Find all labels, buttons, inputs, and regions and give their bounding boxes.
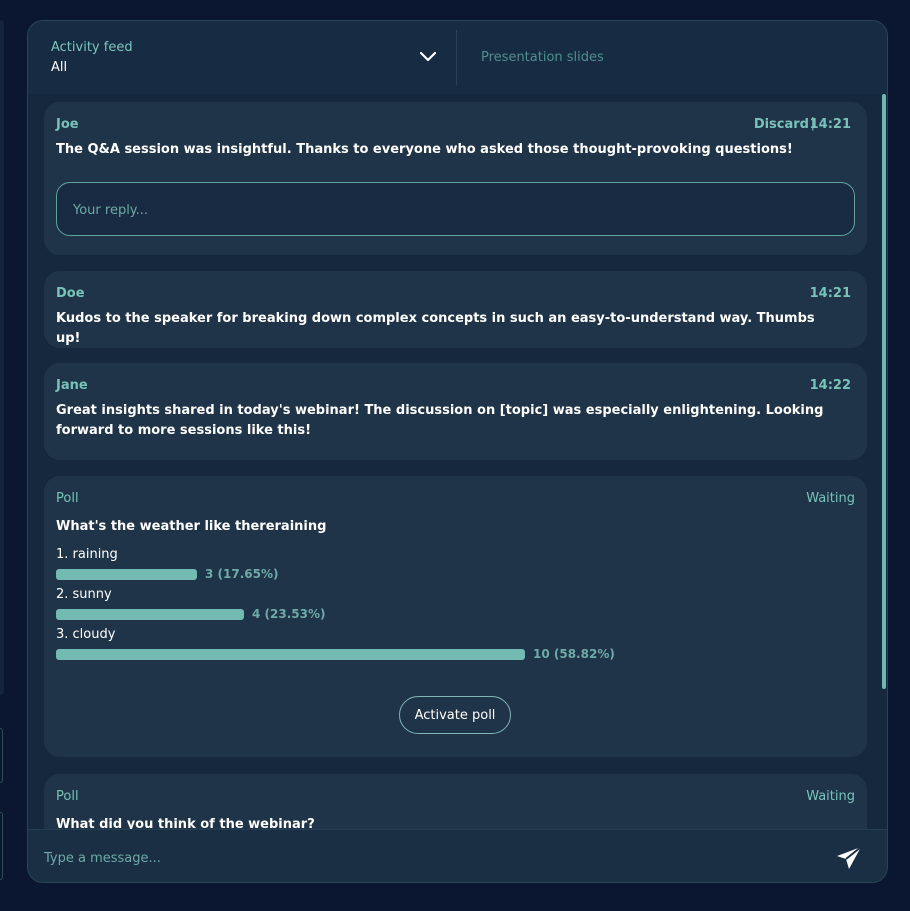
poll-option-label: 2. sunny bbox=[56, 587, 112, 602]
message-card: Joe Discard | 14:21 The Q&A session was … bbox=[44, 102, 867, 255]
message-author: Joe bbox=[56, 117, 79, 132]
message-time: 14:21 bbox=[809, 286, 851, 301]
poll-status: Waiting bbox=[806, 491, 855, 506]
message-card: Jane 14:22 Great insights shared in toda… bbox=[44, 363, 867, 460]
header-divider bbox=[456, 30, 457, 85]
chevron-down-icon[interactable] bbox=[418, 47, 438, 67]
message-author: Jane bbox=[56, 378, 88, 393]
activate-poll-button[interactable]: Activate poll bbox=[399, 696, 511, 734]
message-text: The Q&A session was insightful. Thanks t… bbox=[56, 142, 793, 157]
panel-header: Activity feed All Presentation slides bbox=[28, 21, 887, 94]
message-author: Doe bbox=[56, 286, 85, 301]
side-control-edge bbox=[0, 728, 3, 783]
poll-question: What's the weather like thereraining bbox=[56, 519, 327, 534]
message-composer bbox=[28, 829, 887, 882]
message-text: Kudos to the speaker for breaking down c… bbox=[56, 311, 815, 346]
message-time: 14:22 bbox=[809, 378, 851, 393]
message-time: 14:21 bbox=[809, 117, 851, 132]
poll-tag: Poll bbox=[56, 789, 79, 804]
side-control-edge bbox=[0, 812, 3, 880]
side-panel-edge bbox=[0, 20, 4, 695]
scrollbar[interactable] bbox=[882, 94, 886, 689]
poll-tag: Poll bbox=[56, 491, 79, 506]
poll-status: Waiting bbox=[806, 789, 855, 804]
send-icon[interactable] bbox=[835, 845, 863, 871]
poll-option-label: 3. cloudy bbox=[56, 627, 116, 642]
discard-button[interactable]: Discard bbox=[754, 117, 809, 132]
reply-input[interactable] bbox=[73, 199, 833, 221]
message-text: Great insights shared in today's webinar… bbox=[56, 403, 824, 438]
tab-presentation-slides[interactable]: Presentation slides bbox=[481, 50, 604, 65]
poll-card: Poll Waiting What's the weather like the… bbox=[44, 476, 867, 757]
poll-option-bar bbox=[56, 649, 525, 660]
activity-feed-dropdown[interactable]: Activity feed All bbox=[28, 21, 456, 94]
message-input[interactable] bbox=[44, 847, 804, 869]
poll-option-value: 4 (23.53%) bbox=[252, 607, 326, 621]
poll-option-label: 1. raining bbox=[56, 547, 118, 562]
poll-option-bar bbox=[56, 569, 197, 580]
reply-field[interactable] bbox=[56, 182, 855, 236]
activity-feed-label: Activity feed bbox=[51, 40, 133, 55]
activity-feed-value: All bbox=[51, 60, 68, 75]
chat-panel: Activity feed All Presentation slides Jo… bbox=[27, 20, 888, 883]
message-card: Doe 14:21 Kudos to the speaker for break… bbox=[44, 271, 867, 348]
poll-option-bar bbox=[56, 609, 244, 620]
poll-option-value: 10 (58.82%) bbox=[533, 647, 615, 661]
poll-option-value: 3 (17.65%) bbox=[205, 567, 279, 581]
